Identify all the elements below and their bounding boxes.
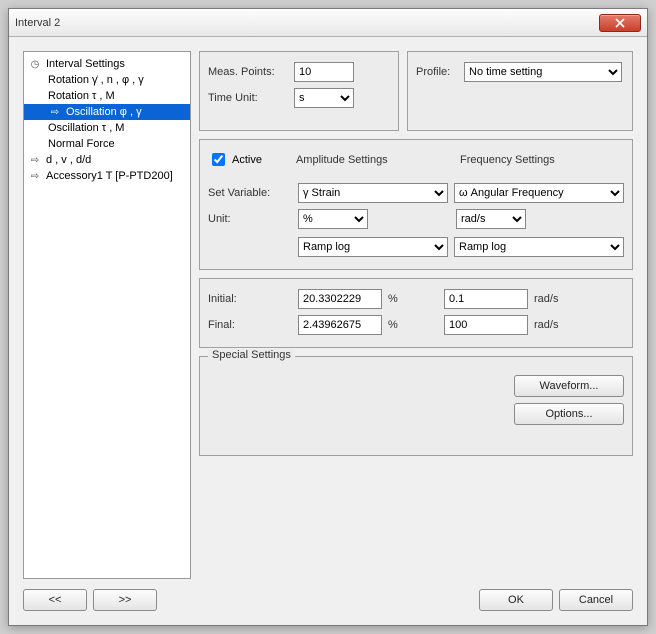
- content-area: ◷ Interval Settings Rotation γ̇ , n , φ …: [23, 51, 633, 579]
- amplitude-header: Amplitude Settings: [296, 154, 454, 166]
- unit-label: Unit:: [208, 213, 292, 225]
- active-checkbox-input[interactable]: [212, 153, 225, 166]
- tree-item-rotation-tau[interactable]: Rotation τ , M: [24, 88, 190, 104]
- nav-buttons: << >>: [23, 589, 157, 611]
- next-button[interactable]: >>: [93, 589, 157, 611]
- tree-panel: ◷ Interval Settings Rotation γ̇ , n , φ …: [23, 51, 191, 579]
- special-group: Special Settings Waveform... Options...: [199, 356, 633, 456]
- amp-variable-select[interactable]: γ Strain: [298, 183, 448, 203]
- tree-label: Oscillation τ , M: [48, 122, 124, 134]
- titlebar: Interval 2: [9, 9, 647, 37]
- tree-label: Normal Force: [48, 138, 115, 150]
- settings-group: Active Amplitude Settings Frequency Sett…: [199, 139, 633, 270]
- freq-unit-select[interactable]: rad/s: [456, 209, 526, 229]
- tree-label: Interval Settings: [46, 58, 125, 70]
- options-button[interactable]: Options...: [514, 403, 624, 425]
- active-label: Active: [232, 154, 262, 166]
- waveform-button[interactable]: Waveform...: [514, 375, 624, 397]
- arrow-icon: ⇨: [28, 155, 42, 166]
- tree-item-accessory[interactable]: ⇨ Accessory1 T [P-PTD200]: [24, 168, 190, 184]
- profile-label: Profile:: [416, 66, 458, 78]
- amp-unit-text2: %: [388, 319, 438, 331]
- window-title: Interval 2: [15, 17, 599, 29]
- tree-item-normal-force[interactable]: Normal Force: [24, 136, 190, 152]
- final-label: Final:: [208, 319, 292, 331]
- top-row: Meas. Points: Time Unit: s: [199, 51, 633, 131]
- amp-initial-input[interactable]: [298, 289, 382, 309]
- tree-label: d , v , d/d: [46, 154, 91, 166]
- freq-unit-text2: rad/s: [534, 319, 558, 331]
- time-unit-select[interactable]: s: [294, 88, 354, 108]
- cancel-button[interactable]: Cancel: [559, 589, 633, 611]
- profile-select[interactable]: No time setting: [464, 62, 622, 82]
- meas-points-label: Meas. Points:: [208, 66, 288, 78]
- freq-ramp-select[interactable]: Ramp log: [454, 237, 624, 257]
- freq-unit-text: rad/s: [534, 293, 558, 305]
- close-icon: [615, 18, 625, 28]
- right-panel: Meas. Points: Time Unit: s: [199, 51, 633, 579]
- tree-item-dvd[interactable]: ⇨ d , v , d/d: [24, 152, 190, 168]
- active-checkbox[interactable]: Active: [208, 150, 262, 169]
- set-variable-label: Set Variable:: [208, 187, 292, 199]
- tree-item-rotation-gamma[interactable]: Rotation γ̇ , n , φ , γ: [24, 72, 190, 88]
- amp-unit-text: %: [388, 293, 438, 305]
- dialog-body: ◷ Interval Settings Rotation γ̇ , n , φ …: [9, 37, 647, 625]
- meas-points-input[interactable]: [294, 62, 354, 82]
- freq-variable-select[interactable]: ω Angular Frequency: [454, 183, 624, 203]
- arrow-icon: ⇨: [28, 171, 42, 182]
- freq-final-input[interactable]: [444, 315, 528, 335]
- tree-label: Rotation γ̇ , n , φ , γ: [48, 74, 144, 86]
- arrow-icon: ⇨: [48, 107, 62, 118]
- tree-label: Rotation τ , M: [48, 90, 115, 102]
- profile-group: Profile: No time setting: [407, 51, 633, 131]
- initial-label: Initial:: [208, 293, 292, 305]
- tree-label: Oscillation φ , γ: [66, 106, 142, 118]
- amp-unit-select[interactable]: %: [298, 209, 368, 229]
- amp-final-input[interactable]: [298, 315, 382, 335]
- action-buttons: OK Cancel: [479, 589, 633, 611]
- bottom-bar: << >> OK Cancel: [23, 589, 633, 611]
- time-unit-label: Time Unit:: [208, 92, 288, 104]
- dialog-window: Interval 2 ◷ Interval Settings Rotation …: [8, 8, 648, 626]
- freq-initial-input[interactable]: [444, 289, 528, 309]
- prev-button[interactable]: <<: [23, 589, 87, 611]
- tree-label: Accessory1 T [P-PTD200]: [46, 170, 173, 182]
- close-button[interactable]: [599, 14, 641, 32]
- meas-group: Meas. Points: Time Unit: s: [199, 51, 399, 131]
- special-title: Special Settings: [208, 349, 295, 361]
- values-group: Initial: % rad/s Final: % rad/s: [199, 278, 633, 348]
- frequency-header: Frequency Settings: [460, 154, 555, 166]
- tree-item-oscillation-tau[interactable]: Oscillation τ , M: [24, 120, 190, 136]
- amp-ramp-select[interactable]: Ramp log: [298, 237, 448, 257]
- clock-icon: ◷: [28, 59, 42, 70]
- tree-item-oscillation-phi[interactable]: ⇨ Oscillation φ , γ: [24, 104, 190, 120]
- tree-item-interval-settings[interactable]: ◷ Interval Settings: [24, 56, 190, 72]
- ok-button[interactable]: OK: [479, 589, 553, 611]
